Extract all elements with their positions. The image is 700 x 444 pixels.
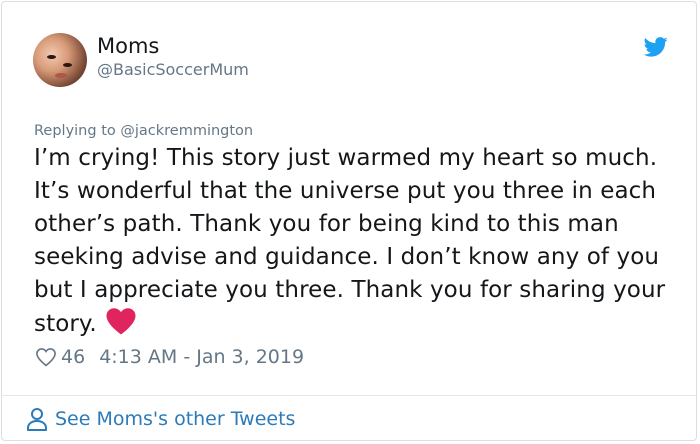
timestamp-link[interactable]: 4:13 AM - Jan 3, 2019 (99, 346, 304, 368)
replying-to-label: Replying to @jackremmington (34, 123, 254, 139)
red-heart-icon (106, 308, 136, 335)
tweet-meta: 46 4:13 AM - Jan 3, 2019 (35, 345, 304, 369)
embedded-tweet-card: Moms @BasicSoccerMum Replying to @jackre… (1, 1, 697, 441)
see-other-tweets-link[interactable]: See Moms's other Tweets (26, 407, 295, 431)
like-count[interactable]: 46 (61, 346, 85, 368)
tweet-text: I’m crying! This story just warmed my he… (34, 142, 679, 341)
display-name[interactable]: Moms (97, 33, 159, 59)
avatar[interactable] (33, 33, 87, 87)
see-other-tweets-label[interactable]: See Moms's other Tweets (55, 408, 295, 430)
heart-outline-icon[interactable] (35, 347, 57, 367)
twitter-bird-icon[interactable] (644, 36, 668, 58)
user-handle[interactable]: @BasicSoccerMum (97, 60, 249, 80)
footer-divider (2, 395, 696, 396)
person-icon (27, 408, 47, 431)
